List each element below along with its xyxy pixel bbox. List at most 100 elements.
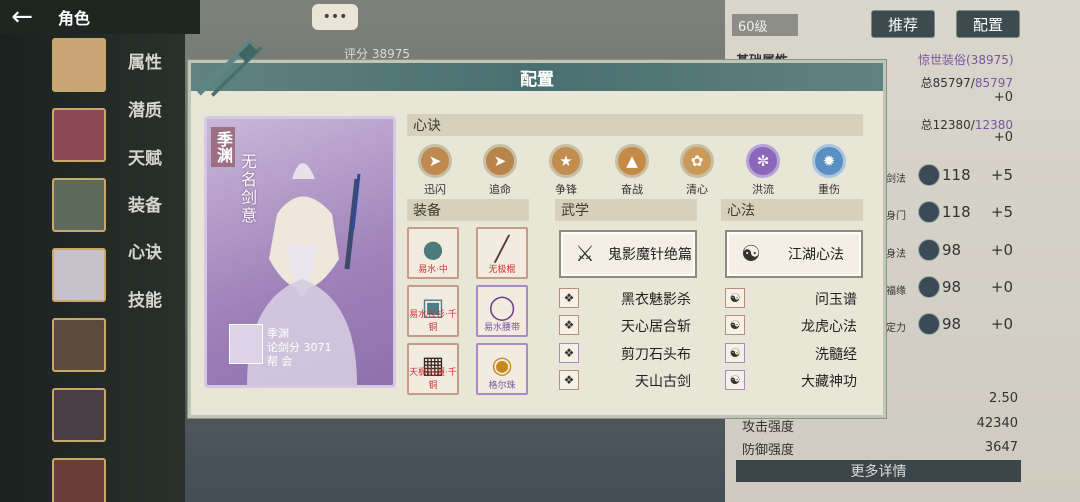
skill-icon: ✼	[746, 144, 780, 178]
stat-icon	[918, 201, 940, 223]
hero-avatar-7[interactable]	[52, 458, 106, 502]
wuxue-item-icon: ❖	[559, 315, 579, 335]
hp-plus: +0	[993, 90, 1013, 105]
more-details-button[interactable]: 更多详情	[736, 460, 1021, 482]
martial-figure-icon: ⚔	[575, 241, 595, 267]
stat-label: 身法	[886, 249, 906, 260]
character-portrait: 季渊 无名剑意 季渊 论剑分 3071 帮 会	[204, 116, 396, 388]
stat-label: 定力	[886, 323, 906, 334]
skill-zhengfeng[interactable]: ★ 争锋	[543, 144, 589, 197]
extra-value: 2.50	[989, 391, 1018, 406]
stat-icon	[918, 239, 940, 261]
skill-fenzhan[interactable]: ▲ 奋战	[609, 144, 655, 197]
xinfa-item-icon: ☯	[725, 370, 745, 390]
skill-label: 清心	[686, 183, 708, 196]
stat-plus: +0	[990, 241, 1013, 259]
wuxue-item[interactable]: 剪刀石头布	[591, 344, 691, 364]
back-arrow-icon[interactable]: ←	[0, 0, 44, 34]
stat-icon	[918, 164, 940, 186]
equip-slot-boots[interactable]: ▦ 天枫古履·千铜	[407, 343, 459, 395]
recommend-button[interactable]: 推荐	[871, 10, 935, 38]
skill-label: 争锋	[555, 183, 577, 196]
hat-icon: ●	[422, 235, 444, 263]
wuxue-item[interactable]: 黑衣魅影杀	[591, 289, 691, 309]
chat-button[interactable]: •••	[312, 4, 358, 30]
skill-icon: ➤	[483, 144, 517, 178]
hero-avatar-5[interactable]	[52, 318, 106, 372]
config-dialog: 配置 季渊 无名剑意 季渊 论剑分 3071 帮 会 心诀 ➤ 迅闪 ➤ 追命 ★ 争…	[188, 60, 886, 418]
xinjue-section-header: 心诀	[407, 114, 863, 136]
page-title: 角色	[58, 9, 91, 28]
attack-label: 攻击强度	[742, 420, 795, 435]
wuxue-section-header: 武学	[555, 199, 697, 221]
equip-name: 天枫古履·千铜	[409, 368, 457, 391]
hero-avatar-4[interactable]	[52, 248, 106, 302]
skill-icon: ➤	[418, 144, 452, 178]
level-badge: 60级	[732, 14, 798, 36]
equip-slot-weapon[interactable]: ╱ 无极棍	[476, 227, 528, 279]
wuxue-main-name: 鬼影魔针绝篇	[608, 247, 692, 263]
stat-value: 118	[942, 203, 971, 221]
hero-avatar-6[interactable]	[52, 388, 106, 442]
xinfa-item[interactable]: 龙虎心法	[757, 316, 857, 336]
wuxue-item[interactable]: 天心居合斩	[591, 316, 691, 336]
equip-slot-belt[interactable]: ◯ 易水腰带	[476, 285, 528, 337]
mini-avatar	[229, 324, 263, 364]
hp-line: 总85797/85797	[920, 76, 1013, 90]
skill-xunshan[interactable]: ➤ 迅闪	[412, 144, 458, 197]
stat-value: 98	[942, 241, 962, 259]
skill-label: 奋战	[621, 183, 643, 196]
xinfa-main-card[interactable]: ☯ 江湖心法	[725, 230, 863, 278]
wuxue-main-card[interactable]: ⚔ 鬼影魔针绝篇	[559, 230, 697, 278]
hero-avatar-1[interactable]	[52, 38, 106, 92]
equip-slot-robe[interactable]: ▣ 易水长衫·千铜	[407, 285, 459, 337]
stat-icon	[918, 313, 940, 335]
equip-name: 易水长衫·千铜	[409, 310, 457, 333]
xinfa-item[interactable]: 问玉谱	[757, 289, 857, 309]
xinfa-main-name: 江湖心法	[788, 247, 844, 263]
hero-avatar-3[interactable]	[52, 178, 106, 232]
stat-plus: +0	[990, 278, 1013, 296]
equip-slot-hat[interactable]: ● 易水·中	[407, 227, 459, 279]
tab-talent[interactable]: 天赋	[128, 144, 162, 169]
tab-xinjue[interactable]: 心诀	[128, 238, 162, 263]
character-name: 季渊	[211, 127, 235, 167]
xinfa-item[interactable]: 洗髓经	[757, 344, 857, 364]
equip-name: 易水·中	[418, 265, 448, 275]
info-guild: 帮 会	[267, 355, 293, 368]
skill-icon: ✿	[680, 144, 714, 178]
stat-value: 98	[942, 278, 962, 296]
wuxue-item[interactable]: 天山古剑	[591, 371, 691, 391]
hero-avatar-2[interactable]	[52, 108, 106, 162]
xinfa-item[interactable]: 大藏神功	[757, 371, 857, 391]
equip-slot-accessory[interactable]: ◉ 格尔珠	[476, 343, 528, 395]
stat-label: 剑法	[886, 174, 906, 185]
equip-name: 格尔珠	[488, 381, 516, 391]
character-epithet: 无名剑意	[238, 153, 257, 225]
stat-label: 身门	[886, 211, 906, 222]
attack-value: 42340	[976, 416, 1018, 431]
config-button[interactable]: 配置	[956, 10, 1020, 38]
wuxue-item-icon: ❖	[559, 343, 579, 363]
skill-label: 迅闪	[424, 183, 446, 196]
tab-attributes[interactable]: 属性	[128, 48, 162, 73]
xinfa-item-icon: ☯	[725, 315, 745, 335]
staff-icon: ╱	[494, 235, 510, 263]
defense-value: 3647	[984, 440, 1018, 455]
skill-label: 洪流	[752, 183, 774, 196]
outfit-link[interactable]: 惊世装俗(38975)	[918, 51, 1014, 68]
tab-skills[interactable]: 技能	[128, 286, 162, 311]
skill-hongliu[interactable]: ✼ 洪流	[740, 144, 786, 197]
skill-zhongshang[interactable]: ✹ 重伤	[806, 144, 852, 197]
dialog-title: 配置	[191, 63, 883, 91]
xinfa-item-icon: ☯	[725, 343, 745, 363]
equipment-section-header: 装备	[407, 199, 529, 221]
skill-qingxin[interactable]: ✿ 清心	[674, 144, 720, 197]
wuxue-item-icon: ❖	[559, 288, 579, 308]
stat-plus: +5	[990, 203, 1013, 221]
tab-equipment[interactable]: 装备	[128, 191, 162, 216]
skill-zhuiming[interactable]: ➤ 追命	[477, 144, 523, 197]
sidebar: 属性 潜质 天赋 装备 心诀 技能	[0, 34, 185, 502]
tab-potential[interactable]: 潜质	[128, 96, 162, 121]
skill-label: 重伤	[818, 183, 840, 196]
